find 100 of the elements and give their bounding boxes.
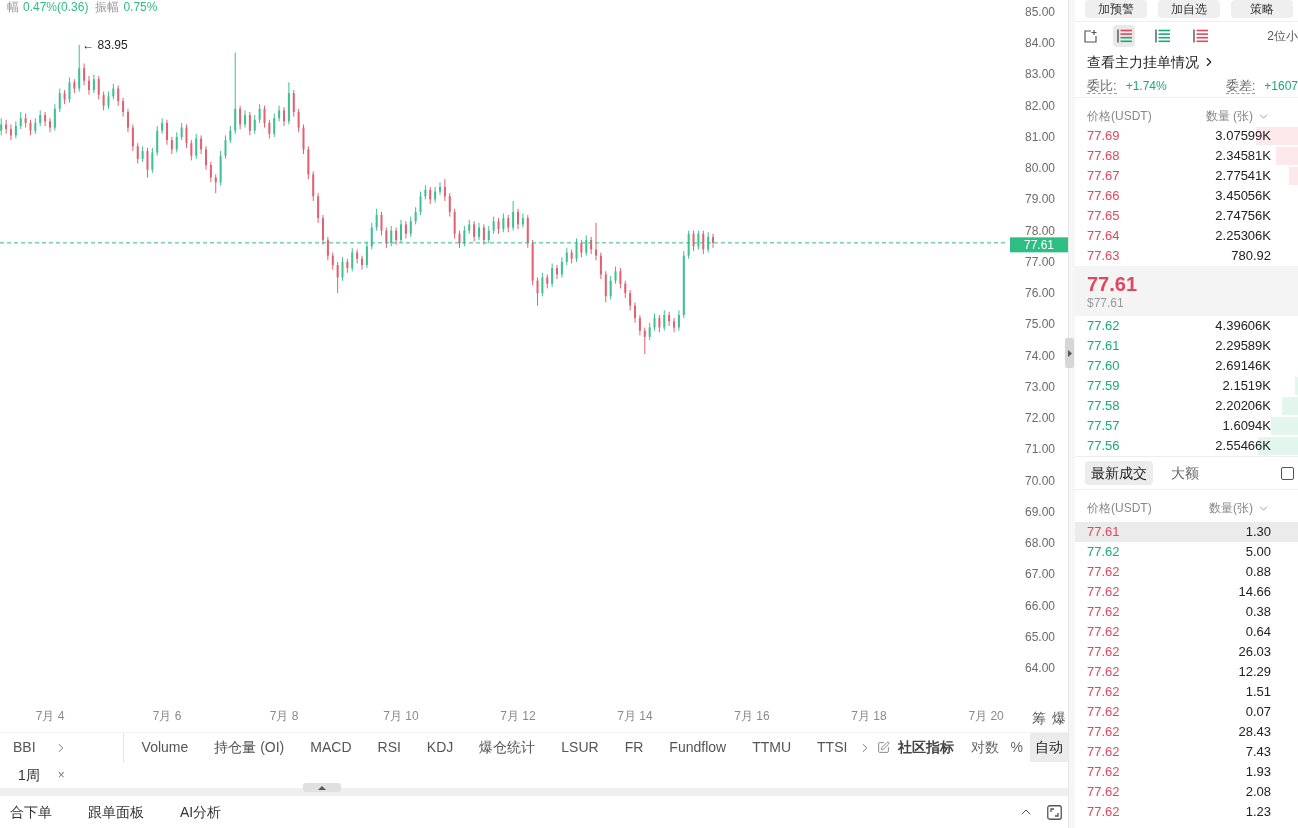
trade-amount: 5.00 [1245,543,1271,562]
order-amount: 2.34581K [1215,147,1271,166]
indicator-tab[interactable]: Fundflow [669,737,727,758]
precision-selector[interactable]: 2位小 [1267,27,1298,45]
column-header: 价格(USDT) [1087,108,1152,125]
remove-button[interactable]: × [57,766,65,784]
candlestick [634,302,637,324]
order-book-row[interactable]: 77.64 2.25306K [1075,226,1298,246]
candlestick [336,261,339,294]
square-plus-icon[interactable] [1084,29,1097,43]
date-axis-label: 7月 6 [152,709,182,723]
indicator-tab[interactable]: MACD [310,737,352,758]
price-axis-label: 66.00 [1025,598,1055,613]
indicator-tab[interactable]: TTMU [752,737,792,758]
price-axis-label: 69.00 [1025,504,1055,519]
trade-price: 77.62 [1087,583,1120,602]
community-indicators-button[interactable]: 社区指标 [897,737,954,758]
axis-toggle-button[interactable]: 筹 [1032,708,1046,728]
order-book-row[interactable]: 77.59 2.1519K [1075,376,1298,396]
order-book-row[interactable]: 77.60 2.69146K [1075,356,1298,376]
stat-label: 振幅 [95,0,120,14]
panel-tab[interactable]: 合下单 [10,801,52,823]
order-book-row[interactable]: 77.66 3.45056K [1075,186,1298,206]
scale-toggle[interactable]: % [1005,733,1028,762]
panel-tab[interactable]: 跟单面板 [88,801,144,823]
order-book-row[interactable]: 77.56 2.55466K [1075,436,1298,456]
candlestick [712,233,715,249]
collapse-handle[interactable] [1065,338,1074,368]
candlestick [248,111,251,136]
indicator-tab[interactable]: LSUR [561,737,599,758]
scale-toggle[interactable]: 自动 [1030,733,1068,762]
action-button[interactable]: 加预警 [1085,0,1147,18]
order-book-row[interactable]: 77.62 4.39606K [1075,316,1298,336]
candlestick [502,212,505,233]
trade-amount: 12.29 [1238,663,1271,682]
column-header: 价格(USDT) [1087,500,1152,517]
candlestick [258,103,261,124]
ratio-label: 委比: [1087,77,1117,94]
candlestick [209,161,212,183]
candlestick [575,237,578,263]
order-book-row[interactable]: 77.61 2.29589K [1075,336,1298,356]
order-book-row[interactable]: 77.63 780.92 [1075,246,1298,266]
order-book-row[interactable]: 77.69 3.07599K [1075,126,1298,146]
date-axis-label: 7月 16 [734,709,770,723]
indicator-tab[interactable]: Volume [141,737,189,758]
main-indicator-button[interactable]: BBI [13,737,36,758]
indicator-tab[interactable]: FR [624,737,644,758]
order-book-view-icon [1154,29,1170,43]
date-axis-label: 7月 20 [968,709,1004,723]
indicator-tab[interactable]: TTSI [817,737,848,758]
main-orders-link[interactable]: 查看主力挂单情况 [1087,51,1216,73]
panel-tab[interactable]: AI分析 [180,801,222,823]
amount-unit-selector[interactable]: 数量(张) [1209,499,1270,517]
order-book-view-button[interactable] [1113,25,1135,47]
candlestick [585,234,588,257]
order-book-row[interactable]: 77.67 2.77541K [1075,166,1298,186]
candlestick [190,139,193,161]
order-amount: 1.6094K [1222,417,1271,436]
order-book-row[interactable]: 77.58 2.20206K [1075,396,1298,416]
candlestick [604,270,607,304]
order-price: 77.61 [1087,337,1120,356]
candlestick [541,272,544,297]
order-book-row[interactable]: 77.65 2.74756K [1075,206,1298,226]
candlestick [161,117,164,135]
order-amount: 2.25306K [1215,227,1271,246]
candlestick [365,241,368,269]
price-axis-label: 73.00 [1025,379,1055,394]
trade-price: 77.62 [1087,643,1120,662]
scale-toggle[interactable]: 对数 [965,733,1004,762]
price-axis-label: 85.00 [1025,5,1055,19]
order-price: 77.69 [1087,127,1120,146]
expand-icon[interactable] [1047,804,1062,820]
indicator-tab[interactable]: 爆仓统计 [479,737,536,758]
action-button[interactable]: 策略 [1231,0,1293,18]
candlestick [560,256,563,279]
trades-tab[interactable]: 最新成交 [1085,461,1153,485]
amount-unit-selector[interactable]: 数量 (张) [1205,107,1270,125]
indicator-tab[interactable]: KDJ [426,737,454,758]
candlestick [380,211,383,236]
trades-tab[interactable]: 大额 [1165,461,1205,485]
order-book-row[interactable]: 77.57 1.6094K [1075,416,1298,436]
candlestick [44,111,47,127]
candlestick [317,192,320,224]
trade-price: 77.62 [1087,663,1120,682]
axis-toggle-button[interactable]: 爆 [1052,708,1066,728]
trade-amount: 0.07 [1245,703,1271,722]
candlestick [556,264,559,280]
action-button[interactable]: 加自选 [1158,0,1220,18]
price-axis-label: 64.00 [1025,661,1055,675]
panel-handle[interactable] [303,783,341,792]
order-price: 77.57 [1087,417,1120,436]
edit-icon[interactable] [876,741,890,754]
indicator-tab[interactable]: 持仓量 (OI) [214,737,285,758]
candlestick [68,77,71,104]
checkbox[interactable] [1281,466,1294,480]
order-price: 77.59 [1087,377,1120,396]
date-axis-label: 7月 8 [269,709,299,723]
order-book-row[interactable]: 77.68 2.34581K [1075,146,1298,166]
interval-tag: 1周 [18,764,40,786]
indicator-tab[interactable]: RSI [377,737,401,758]
